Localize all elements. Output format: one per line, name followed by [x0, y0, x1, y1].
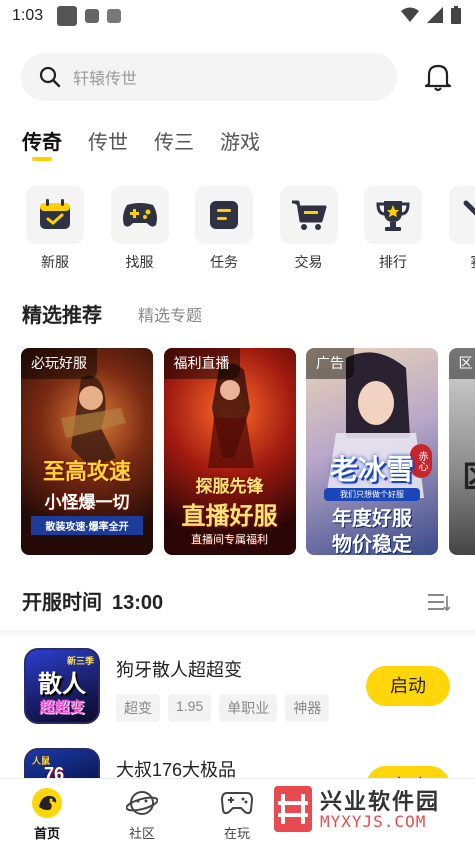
game-thumbnail: 新三季 散人 超超变	[24, 648, 100, 724]
game-tag: 1.95	[168, 694, 212, 722]
status-bar: 1:03	[0, 0, 475, 32]
nav-home[interactable]: 首页	[17, 787, 77, 842]
banner-card[interactable]: 区 区	[448, 348, 475, 555]
thumb-title: 散人	[38, 671, 86, 698]
cart-icon	[291, 200, 326, 230]
shortcut-match[interactable]: 赛	[448, 186, 475, 272]
calendar-check-icon	[40, 199, 70, 229]
wifi-icon	[401, 7, 419, 22]
trophy-icon	[376, 201, 410, 231]
shortcut-trade[interactable]: 交易	[279, 186, 338, 272]
banner-line3: 直播间专属福利	[191, 534, 268, 546]
category-tabs: 传奇 传世 传三 游戏	[22, 126, 286, 161]
shortcut-label: 交易	[294, 254, 323, 270]
shortcut-label: 赛	[449, 252, 475, 272]
shortcut-label: 新服	[41, 254, 69, 270]
banner-tag: 必玩好服	[21, 348, 97, 379]
banner-line3: 散装攻速·爆率全开	[31, 516, 143, 535]
shortcut-label: 任务	[210, 254, 238, 270]
notification-app-icon	[57, 6, 78, 26]
shortcut-find-server[interactable]: 找服	[110, 186, 169, 272]
planet-icon	[126, 791, 158, 815]
gamepad-icon	[122, 203, 157, 227]
banner-line2: 直播好服	[181, 503, 278, 530]
nav-label: 首页	[33, 826, 60, 841]
search-icon	[39, 66, 61, 88]
game-tag: 超变	[116, 694, 160, 722]
banner-tag: 福利直播	[163, 348, 240, 379]
home-dragon-icon	[32, 788, 62, 818]
tab-games[interactable]: 游戏	[220, 126, 260, 158]
search-bar[interactable]: 轩辕传世	[21, 53, 397, 101]
banner-tag: 区	[448, 348, 475, 379]
watermark: 兴业软件园 MYXYJS.COM	[272, 782, 468, 836]
game-row[interactable]: 新三季 散人 超超变 狗牙散人超超变 超变 1.95 单职业 神器 启动	[24, 648, 454, 728]
battery-icon	[451, 6, 461, 24]
shortcut-label: 找服	[125, 254, 154, 270]
shortcut-row: 新服 找服 任务 交易 排行 赛	[26, 186, 475, 272]
gamepad-icon	[221, 792, 253, 815]
banner-line2: 年度好服	[332, 508, 412, 530]
sword-icon	[463, 200, 475, 217]
shortcut-label: 排行	[379, 254, 407, 270]
banner-headline: 老冰雪	[329, 454, 414, 485]
featured-topics-link[interactable]: 精选专题	[138, 302, 202, 326]
banner-headline: 探服先锋	[195, 477, 264, 496]
banner-headline: 至高攻速	[42, 459, 131, 484]
banner-line2: 小怪爆一切	[44, 493, 130, 512]
open-time-header: 开服时间 13:00	[22, 586, 163, 615]
nav-label: 社区	[128, 826, 155, 841]
shortcut-ranking[interactable]: 排行	[364, 186, 422, 272]
task-list-icon	[210, 201, 238, 229]
signal-icon	[427, 7, 443, 23]
thumb-subtitle: 超超变	[39, 699, 85, 716]
banner-card[interactable]: 广告 赤心 老冰雪 我们只想做个好服 年度好服 物价稳定	[306, 348, 438, 555]
nav-label: 在玩	[223, 826, 250, 841]
game-tag: 神器	[285, 694, 330, 722]
open-time-label: 开服时间	[22, 592, 102, 614]
book-app-icon	[107, 9, 122, 23]
banner-headline: 区	[463, 452, 475, 496]
banner-card[interactable]: 福利直播 探服先锋 直播好服 直播间专属福利	[163, 348, 296, 555]
shortcut-tasks[interactable]: 任务	[195, 186, 253, 272]
search-placeholder: 轩辕传世	[73, 71, 138, 88]
status-time: 1:03	[12, 7, 44, 24]
game-tag: 单职业	[219, 694, 278, 722]
banner-caption: 我们只想做个好服	[324, 488, 420, 501]
tab-chuansan[interactable]: 传三	[154, 126, 194, 158]
featured-banners: 必玩好服 至高攻速 小怪爆一切 散装攻速·爆率全开 福利直播 探服先锋 直播好服…	[21, 348, 475, 555]
tab-chuanshi[interactable]: 传世	[88, 126, 128, 158]
banner-line3: 物价稳定	[332, 534, 412, 555]
game-tags: 超变 1.95 单职业 神器	[116, 694, 330, 722]
watermark-logo-icon	[274, 786, 312, 832]
banner-card[interactable]: 必玩好服 至高攻速 小怪爆一切 散装攻速·爆率全开	[21, 348, 153, 555]
font-app-icon	[85, 9, 100, 23]
featured-title: 精选推荐	[22, 305, 102, 327]
game-name: 狗牙散人超超变	[116, 660, 242, 680]
shortcut-new-server[interactable]: 新服	[26, 186, 84, 272]
watermark-url: MYXYJS.COM	[320, 812, 427, 831]
launch-button[interactable]: 启动	[366, 666, 450, 706]
banner-tag: 广告	[306, 348, 354, 379]
bell-icon[interactable]	[424, 62, 452, 92]
open-time-value: 13:00	[112, 592, 164, 614]
nav-playing[interactable]: 在玩	[207, 787, 267, 842]
nav-community[interactable]: 社区	[112, 787, 172, 842]
divider	[0, 630, 475, 638]
list-sort-icon[interactable]	[428, 592, 450, 612]
tab-chuanqi[interactable]: 传奇	[22, 126, 62, 161]
